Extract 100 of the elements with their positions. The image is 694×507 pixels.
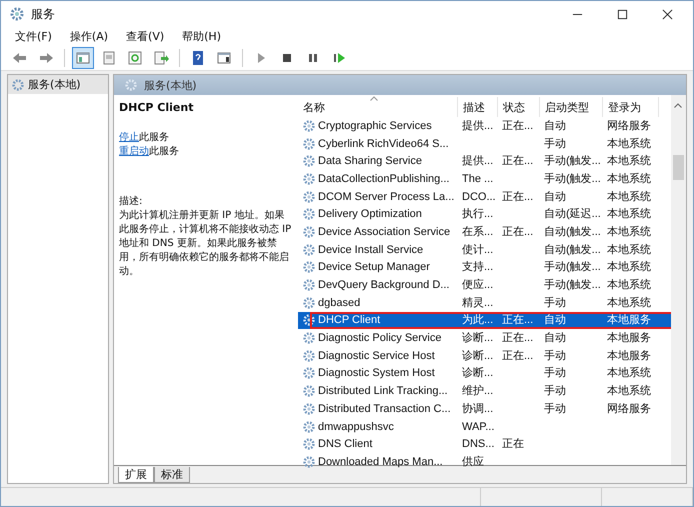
gear-icon xyxy=(302,454,316,469)
table-row[interactable]: Device Association Service 在系... 正在... 自动(触发... 本地系统 xyxy=(298,223,671,241)
table-row[interactable]: Cyberlink RichVideo64 S... 手动 本地系统 xyxy=(298,134,671,152)
table-cell-text: WAP... xyxy=(461,420,496,434)
gear-icon xyxy=(302,136,316,151)
table-row[interactable]: Distributed Link Tracking... 维护... 手动 本地系统 xyxy=(298,382,671,400)
table-row[interactable]: dmwappushsvc WAP... xyxy=(298,418,671,436)
table-cell-text: 诊断... xyxy=(461,366,494,380)
gear-icon xyxy=(302,313,316,328)
table-cell-text: 正在... xyxy=(501,331,534,346)
table-cell-text: DCOM Server Process La... xyxy=(317,190,456,204)
table-cell-text: 手动(触发... xyxy=(543,260,602,274)
column-header[interactable]: 登录为 xyxy=(603,97,659,117)
column-header[interactable]: 状态 xyxy=(498,97,540,117)
table-cell-text: 自动(触发... xyxy=(543,224,602,239)
column-header[interactable]: 名称 xyxy=(298,97,458,117)
scroll-up-icon[interactable] xyxy=(674,103,682,108)
table-cell-text: Cyberlink RichVideo64 S... xyxy=(317,136,450,151)
maximize-icon[interactable] xyxy=(617,8,628,20)
tree-pane-icon[interactable] xyxy=(72,47,94,69)
table-cell-text: Distributed Link Tracking... xyxy=(317,384,449,398)
table-cell-text: Device Association Service xyxy=(317,224,452,239)
table-row[interactable]: Data Sharing Service 提供... 正在... 手动(触发... 本地系统 xyxy=(298,152,671,170)
table-cell-text: 自动 xyxy=(543,331,567,346)
table-cell-text: 手动(触发... xyxy=(543,154,602,168)
table-cell-text: 手动(触发... xyxy=(543,172,602,186)
table-row[interactable]: Device Install Service 使计... 自动(触发... 本地系统 xyxy=(298,240,671,258)
table-cell-text: 本地服务 xyxy=(606,313,652,328)
action-text: 此服务 xyxy=(149,146,179,157)
table-cell-text: 本地系统 xyxy=(606,384,652,398)
table-cell-text: 本地系统 xyxy=(606,224,652,239)
table-cell-text: Distributed Transaction C... xyxy=(317,402,452,416)
column-header[interactable]: 启动类型 xyxy=(540,97,603,117)
table-row[interactable]: dgbased 精灵... 手动 本地系统 xyxy=(298,294,671,312)
table-cell-text: 手动 xyxy=(543,348,567,363)
menu-item[interactable]: 帮助(H) xyxy=(182,29,221,44)
table-cell-text: 本地系统 xyxy=(606,260,652,274)
table-cell-text: 手动 xyxy=(543,402,567,416)
table-cell-text: Diagnostic Policy Service xyxy=(317,331,442,346)
table-cell-text: The ... xyxy=(461,172,494,186)
table-cell-text: dmwappushsvc xyxy=(317,420,395,434)
scrollbar-thumb[interactable] xyxy=(673,155,684,180)
gear-icon xyxy=(9,6,25,22)
table-cell-text: Device Setup Manager xyxy=(317,260,431,274)
table-cell-text: DNS Client xyxy=(317,437,374,452)
table-row[interactable]: Diagnostic Service Host 诊断... 正在... 手动 本地服务 xyxy=(298,346,671,365)
table-cell-text: 诊断... xyxy=(461,348,494,363)
table-cell-text: 正在... xyxy=(501,348,534,363)
table-cell-text: 为此... xyxy=(461,313,494,328)
table-cell-text: 本地系统 xyxy=(606,296,652,310)
table-row[interactable]: Downloaded Maps Man... 供应 xyxy=(298,453,671,471)
table-cell-text: 网络服务 xyxy=(606,402,652,416)
table-cell-text: 正在... xyxy=(501,190,534,204)
table-row[interactable]: DNS Client DNS... 正在 xyxy=(298,435,671,454)
table-cell-text: 正在 xyxy=(501,437,525,452)
table-cell-text: 手动 xyxy=(543,384,567,398)
table-cell-text: 诊断... xyxy=(461,331,494,346)
table-cell-text: 自动 xyxy=(543,190,567,204)
table-row[interactable]: DataCollectionPublishing... The ... 手动(触发... 本地系统 xyxy=(298,170,671,188)
table-cell-text: 在系... xyxy=(461,224,494,239)
column-header[interactable]: 描述 xyxy=(458,97,498,117)
table-cell-text: 执行... xyxy=(461,207,494,222)
table-cell-text: 精灵... xyxy=(461,296,494,310)
action-text: 此服务 xyxy=(139,132,169,143)
gear-icon xyxy=(302,296,316,310)
action-link[interactable]: 停止 xyxy=(119,132,139,143)
menu-item[interactable]: 文件(F) xyxy=(15,29,52,44)
table-cell-text: 本地服务 xyxy=(606,331,652,346)
gear-icon xyxy=(302,260,316,274)
gear-icon xyxy=(302,207,316,222)
menu-item[interactable]: 查看(V) xyxy=(126,29,164,44)
table-row[interactable]: Distributed Transaction C... 协调... 手动 网络服务 xyxy=(298,400,671,418)
menu-item[interactable]: 操作(A) xyxy=(70,29,108,44)
table-cell-text: 本地系统 xyxy=(606,242,652,257)
table-cell-text: 手动 xyxy=(543,136,567,151)
table-cell-text: 本地系统 xyxy=(606,136,652,151)
table-row[interactable]: DHCP Client 为此... 正在... 自动 本地服务 xyxy=(298,312,671,330)
table-row[interactable]: Device Setup Manager 支持... 手动(触发... 本地系统 xyxy=(298,258,671,276)
tree-item[interactable]: 服务(本地) xyxy=(8,75,108,94)
table-cell-text: 本地系统 xyxy=(606,278,652,292)
table-row[interactable]: Diagnostic System Host 诊断... 手动 本地系统 xyxy=(298,364,671,382)
tab[interactable]: 扩展 xyxy=(118,467,154,483)
table-cell-text: Diagnostic Service Host xyxy=(317,348,436,363)
action-link[interactable]: 重启动 xyxy=(119,146,149,157)
table-cell-text: 提供... xyxy=(461,118,494,133)
close-icon[interactable] xyxy=(662,8,673,20)
table-row[interactable]: DCOM Server Process La... DCO... 正在... 自动 本地系统 xyxy=(298,188,671,206)
tab[interactable]: 标准 xyxy=(154,467,190,483)
gear-icon xyxy=(302,278,316,292)
table-row[interactable]: Cryptographic Services 提供... 正在... 自动 网络服务 xyxy=(298,117,671,135)
table-cell-text: 正在... xyxy=(501,118,534,133)
table-row[interactable]: Diagnostic Policy Service 诊断... 正在... 自动 本地服务 xyxy=(298,329,671,347)
gear-icon xyxy=(302,348,316,363)
table-cell-text: 正在... xyxy=(501,224,534,239)
table-cell-text: 正在... xyxy=(501,313,534,328)
table-row[interactable]: DevQuery Background D... 便应... 手动(触发... 本地系统 xyxy=(298,276,671,294)
table-row[interactable]: Delivery Optimization 执行... 自动(延迟... 本地系统 xyxy=(298,205,671,224)
table-cell-text: 自动(触发... xyxy=(543,242,602,257)
table-cell-text: 支持... xyxy=(461,260,494,274)
gear-icon xyxy=(11,78,25,92)
